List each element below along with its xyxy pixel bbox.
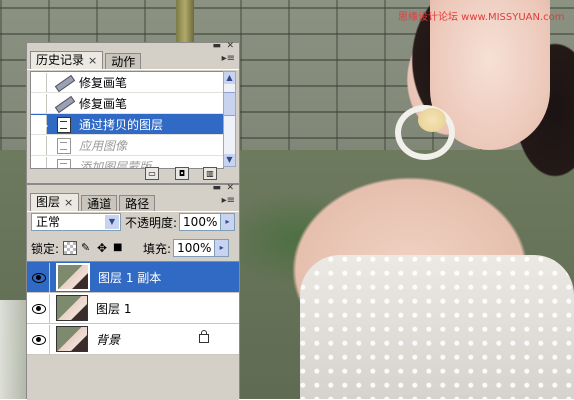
opacity-label: 不透明度:: [125, 215, 178, 230]
layer-link-cell[interactable]: [50, 294, 54, 323]
white-dress: [300, 255, 574, 399]
layer-link-cell[interactable]: [50, 325, 54, 354]
history-scrollbar[interactable]: ▲ ▼: [223, 71, 236, 167]
new-snapshot-icon[interactable]: ◘: [175, 167, 189, 180]
panel-grip[interactable]: ▬ ✕: [27, 41, 239, 51]
layer-thumbnail: [56, 295, 88, 321]
history-item-label: 应用图像: [79, 138, 128, 153]
lock-row: 锁定: ✎ ✥ ■ 填充: 100% ▸: [31, 239, 230, 257]
layer-name: 背景: [96, 332, 121, 347]
healing-brush-icon: [53, 74, 76, 93]
trash-icon[interactable]: ▥: [203, 167, 217, 180]
history-item-label: 通过拷贝的图层: [79, 117, 164, 132]
history-item-label: 修复画笔: [79, 75, 128, 90]
layer-row-selected[interactable]: 图层 1 副本: [27, 262, 239, 293]
minimize-icon[interactable]: ▬: [212, 183, 221, 193]
minimize-icon[interactable]: ▬: [212, 41, 221, 51]
tab-label: 历史记录: [36, 53, 85, 67]
scroll-down-icon[interactable]: ▼: [224, 154, 235, 166]
tab-label: 通道: [87, 197, 112, 211]
panel-menu-icon[interactable]: ▸≡: [222, 195, 235, 206]
history-item-label: 修复画笔: [79, 96, 128, 111]
panel-menu-icon[interactable]: ▸≡: [222, 53, 235, 64]
scroll-up-icon[interactable]: ▲: [224, 72, 235, 84]
layer-row-background[interactable]: 背景: [27, 324, 239, 355]
lock-all-icon[interactable]: ■: [113, 242, 125, 254]
history-item-selected[interactable]: 通过拷贝的图层: [31, 114, 223, 135]
flower: [418, 108, 446, 132]
eye-icon[interactable]: [27, 293, 50, 323]
history-state-box[interactable]: [31, 72, 47, 92]
history-item[interactable]: 应用图像: [31, 135, 223, 156]
layers-panel: ▬ ✕ 图层 × 通道 路径 ▸≡ 正常 ▼ 不透明度: 100% ▸ 锁定: ✎…: [26, 183, 240, 400]
close-icon[interactable]: ✕: [226, 41, 234, 51]
fill-value: 100%: [177, 241, 212, 255]
layers-tabs: 图层 × 通道 路径: [27, 193, 239, 212]
lock-icon: [199, 330, 209, 343]
history-panel: ▬ ✕ 历史记录 × 动作 ▸≡ 修复画笔 修复画笔 通过拷贝的图层 应用图像 …: [26, 41, 240, 184]
scroll-thumb[interactable]: [224, 92, 235, 116]
opacity-value: 100%: [183, 215, 218, 229]
layer-name: 图层 1 副本: [98, 270, 162, 285]
layer-thumbnail: [56, 263, 90, 291]
history-state-box[interactable]: [31, 93, 47, 113]
eye-icon[interactable]: [27, 324, 50, 354]
fill-label: 填充:: [143, 241, 172, 256]
fill-slider-arrow-icon[interactable]: ▸: [215, 239, 230, 257]
history-tabs: 历史记录 × 动作: [27, 51, 239, 70]
blend-row: 正常 ▼ 不透明度: 100% ▸: [31, 213, 236, 231]
history-footer: ▭ ◘ ▥: [27, 167, 239, 181]
chevron-down-icon[interactable]: ▼: [105, 215, 119, 229]
history-pointer-icon: [41, 121, 48, 131]
tab-label: 动作: [111, 55, 136, 69]
close-tab-icon[interactable]: ×: [64, 196, 73, 209]
layer-name: 图层 1: [96, 301, 132, 316]
lock-transparency-icon[interactable]: [63, 241, 78, 255]
new-document-from-state-icon[interactable]: ▭: [145, 167, 159, 180]
document-icon: [41, 116, 73, 133]
close-tab-icon[interactable]: ×: [88, 54, 97, 67]
panel-grip[interactable]: ▬ ✕: [27, 183, 239, 193]
layer-link-cell[interactable]: [50, 263, 54, 292]
layer-row[interactable]: 图层 1: [27, 293, 239, 324]
tab-label: 图层: [36, 195, 61, 209]
tab-channels[interactable]: 通道: [81, 195, 118, 211]
lock-brush-icon[interactable]: ✎: [81, 242, 93, 254]
blend-mode-value: 正常: [36, 215, 61, 229]
tab-actions[interactable]: 动作: [105, 53, 142, 69]
tab-history[interactable]: 历史记录 ×: [30, 51, 104, 69]
history-state-box[interactable]: [31, 135, 47, 155]
history-item[interactable]: 修复画笔: [31, 72, 223, 93]
opacity-slider-arrow-icon[interactable]: ▸: [221, 213, 236, 231]
document-icon: [53, 137, 73, 154]
history-item[interactable]: 修复画笔: [31, 93, 223, 114]
lock-label: 锁定:: [31, 241, 60, 256]
layer-thumbnail: [56, 326, 88, 352]
tab-layers[interactable]: 图层 ×: [30, 193, 80, 211]
close-icon[interactable]: ✕: [226, 183, 234, 193]
opacity-input[interactable]: 100%: [179, 213, 222, 231]
watermark: 思缘设计论坛 www.MISSYUAN.com: [398, 12, 565, 23]
lock-move-icon[interactable]: ✥: [97, 242, 109, 254]
history-list: 修复画笔 修复画笔 通过拷贝的图层 应用图像 添加图层蒙版: [30, 71, 224, 169]
fill-input[interactable]: 100%: [173, 239, 216, 257]
eye-icon[interactable]: [27, 262, 50, 292]
layer-list-empty-area: [27, 355, 239, 400]
tab-paths[interactable]: 路径: [119, 195, 156, 211]
tab-label: 路径: [125, 197, 150, 211]
layer-list: 图层 1 副本 图层 1 背景: [27, 261, 239, 400]
blend-mode-select[interactable]: 正常 ▼: [31, 213, 121, 231]
healing-brush-icon: [53, 95, 76, 114]
